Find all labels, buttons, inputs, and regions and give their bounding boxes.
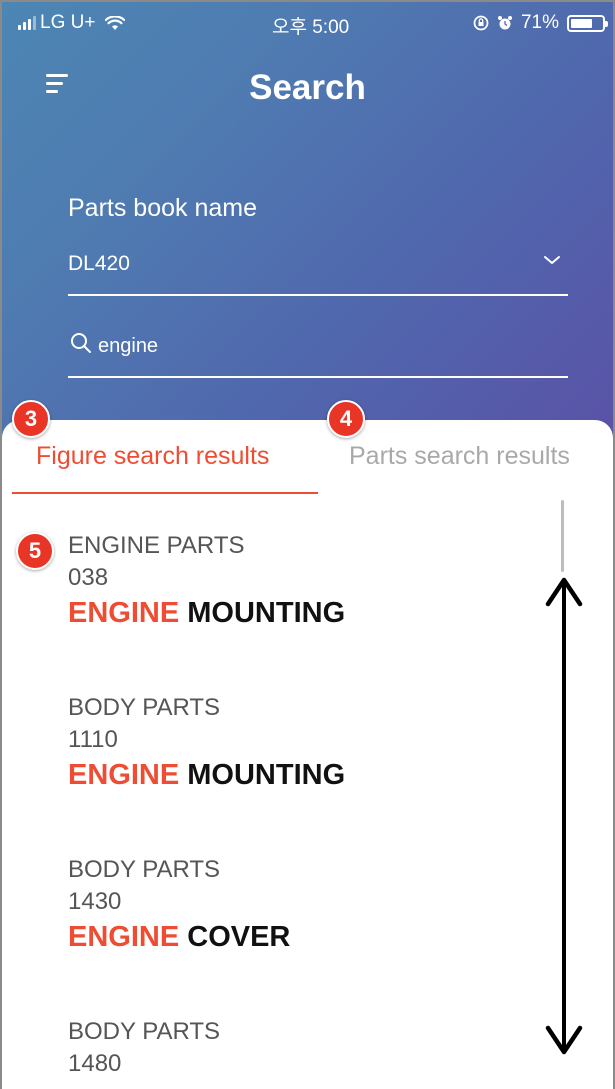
chevron-down-icon [544,256,560,264]
result-title: ENGINE COVER [68,918,290,956]
alarm-icon [497,16,512,30]
carrier-label: LG U+ [40,12,96,33]
parts-book-value: DL420 [68,252,130,275]
result-number: 1430 [68,888,122,915]
result-title-highlight: ENGINE [68,921,180,953]
status-time: 오후 5:00 [272,17,350,38]
result-category: ENGINE PARTS [68,532,245,559]
status-left: LG U+ [18,12,126,34]
status-bar: LG U+ 오후 5:00 71% [2,2,613,44]
parts-book-label: Parts book name [68,194,257,222]
search-input[interactable] [98,328,558,364]
result-category: BODY PARTS [68,856,221,883]
result-category: BODY PARTS [68,1018,221,1045]
wifi-icon [105,15,126,30]
app-screen: LG U+ 오후 5:00 71% Search Parts book name… [0,0,615,1089]
callout-badge-5: 5 [16,532,54,570]
page-title: Search [249,68,366,107]
battery-icon [567,14,608,32]
result-item[interactable]: ENGINE PARTS 038 ENGINE MOUNTING [68,530,345,632]
result-title: ENGINE MOUNTING [68,594,345,632]
result-category: BODY PARTS [68,694,221,721]
result-title-rest: COVER [187,921,291,953]
result-title-rest: MOUNTING [187,759,346,791]
signal-icon [18,16,36,30]
parts-book-select[interactable]: DL420 [68,242,568,296]
callout-badge-4: 4 [327,400,365,438]
status-right: 71% [473,12,608,34]
scroll-direction-arrow-icon [545,577,583,1055]
result-number: 038 [68,564,109,591]
scrollbar[interactable] [561,500,564,572]
result-number: 1110 [68,726,118,753]
result-item[interactable]: BODY PARTS 1110 ENGINE MOUNTING [68,692,345,794]
search-field [68,324,568,378]
result-item[interactable]: BODY PARTS 1480 [68,1016,220,1080]
result-title-rest: MOUNTING [187,597,346,629]
result-item[interactable]: BODY PARTS 1430 ENGINE COVER [68,854,290,956]
tab-parts-search-results[interactable]: Parts search results [349,442,570,471]
result-title-highlight: ENGINE [68,759,180,791]
tab-figure-search-results[interactable]: Figure search results [36,442,269,471]
battery-percent: 71% [520,12,559,33]
search-header: LG U+ 오후 5:00 71% Search Parts book name… [2,2,613,442]
results-tabs: Figure search results Parts search resul… [2,420,613,494]
rotation-lock-icon [473,15,489,31]
result-title-highlight: ENGINE [68,597,180,629]
result-number: 1480 [68,1050,122,1077]
result-title: ENGINE MOUNTING [68,756,345,794]
callout-badge-3: 3 [12,400,50,438]
search-icon [71,333,91,353]
